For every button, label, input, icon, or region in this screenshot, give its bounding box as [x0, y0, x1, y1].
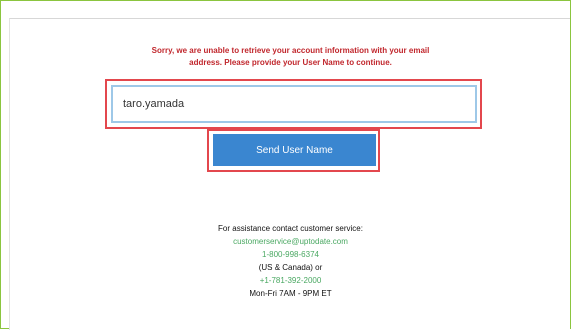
content-panel: Sorry, we are unable to retrieve your ac… [9, 18, 570, 330]
region-note: (US & Canada) or [258, 263, 323, 272]
error-message-line-1: Sorry, we are unable to retrieve your ac… [151, 46, 430, 55]
username-input[interactable] [111, 85, 477, 123]
assistance-heading: For assistance contact customer service: [218, 224, 363, 233]
international-phone-link[interactable]: +1-781-392-2000 [10, 275, 571, 286]
customer-service-email-link[interactable]: customerservice@uptodate.com [10, 236, 571, 247]
us-phone-link[interactable]: 1-800-998-6374 [10, 249, 571, 260]
customer-service-info: For assistance contact customer service:… [10, 223, 571, 301]
service-hours: Mon-Fri 7AM - 9PM ET [249, 289, 332, 298]
send-user-name-button[interactable]: Send User Name [213, 134, 376, 166]
page-frame: Sorry, we are unable to retrieve your ac… [0, 0, 571, 330]
error-message: Sorry, we are unable to retrieve your ac… [10, 45, 571, 69]
error-message-line-2: address. Please provide your User Name t… [189, 58, 392, 67]
